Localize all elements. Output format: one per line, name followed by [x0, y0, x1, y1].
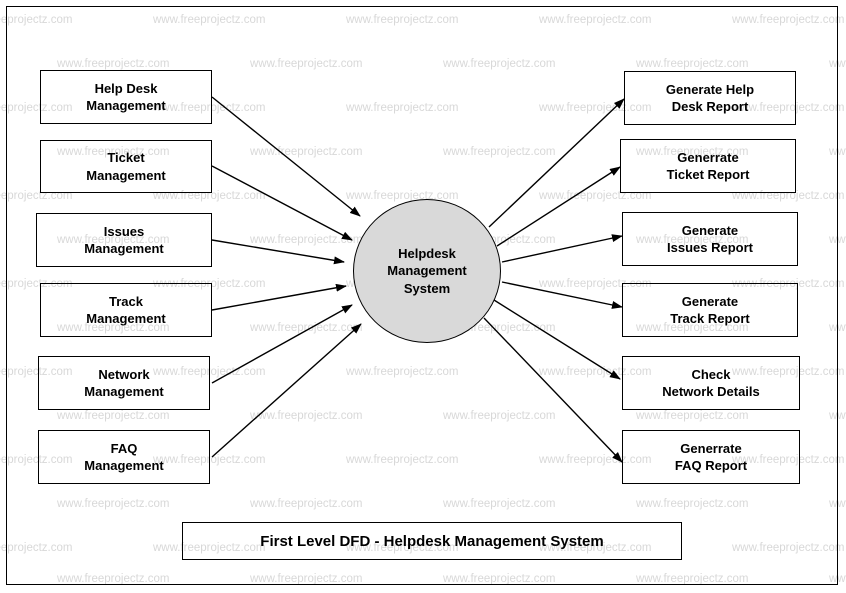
entity-faq-management[interactable]: FAQ Management	[38, 430, 210, 484]
entity-track-management[interactable]: Track Management	[40, 283, 212, 337]
entity-label: Issues Management	[84, 223, 164, 256]
entity-label: Generrate FAQ Report	[674, 440, 748, 473]
entity-network-management[interactable]: Network Management	[38, 356, 210, 410]
process-label: Helpdesk Management System	[387, 245, 467, 296]
entity-label: Generate Track Report	[670, 293, 750, 326]
entity-label: Generrate Ticket Report	[666, 149, 750, 182]
entity-generate-issues-report[interactable]: Generate Issues Report	[622, 212, 798, 266]
diagram-title: First Level DFD - Helpdesk Management Sy…	[260, 532, 604, 550]
process-helpdesk-management-system[interactable]: Helpdesk Management System	[353, 199, 501, 343]
entity-issues-management[interactable]: Issues Management	[36, 213, 212, 267]
entity-label: Generate Issues Report	[667, 222, 753, 255]
entity-generate-track-report[interactable]: Generate Track Report	[622, 283, 798, 337]
entity-label: FAQ Management	[84, 440, 164, 473]
entity-generate-help-desk-report[interactable]: Generate Help Desk Report	[624, 71, 796, 125]
entity-label: Check Network Details	[662, 366, 760, 399]
entity-help-desk-management[interactable]: Help Desk Management	[40, 70, 212, 124]
entity-check-network-details[interactable]: Check Network Details	[622, 356, 800, 410]
entity-ticket-management[interactable]: Ticket Management	[40, 140, 212, 193]
entity-generate-faq-report[interactable]: Generrate FAQ Report	[622, 430, 800, 484]
entity-label: Generate Help Desk Report	[665, 81, 755, 114]
entity-generate-ticket-report[interactable]: Generrate Ticket Report	[620, 139, 796, 193]
entity-label: Track Management	[86, 293, 166, 326]
entity-label: Network Management	[84, 366, 164, 399]
diagram-title-box: First Level DFD - Helpdesk Management Sy…	[182, 522, 682, 560]
entity-label: Ticket Management	[86, 150, 166, 183]
entity-label: Help Desk Management	[86, 80, 166, 113]
diagram-canvas: www.freeprojectz.comwww.freeprojectz.com…	[0, 0, 846, 593]
